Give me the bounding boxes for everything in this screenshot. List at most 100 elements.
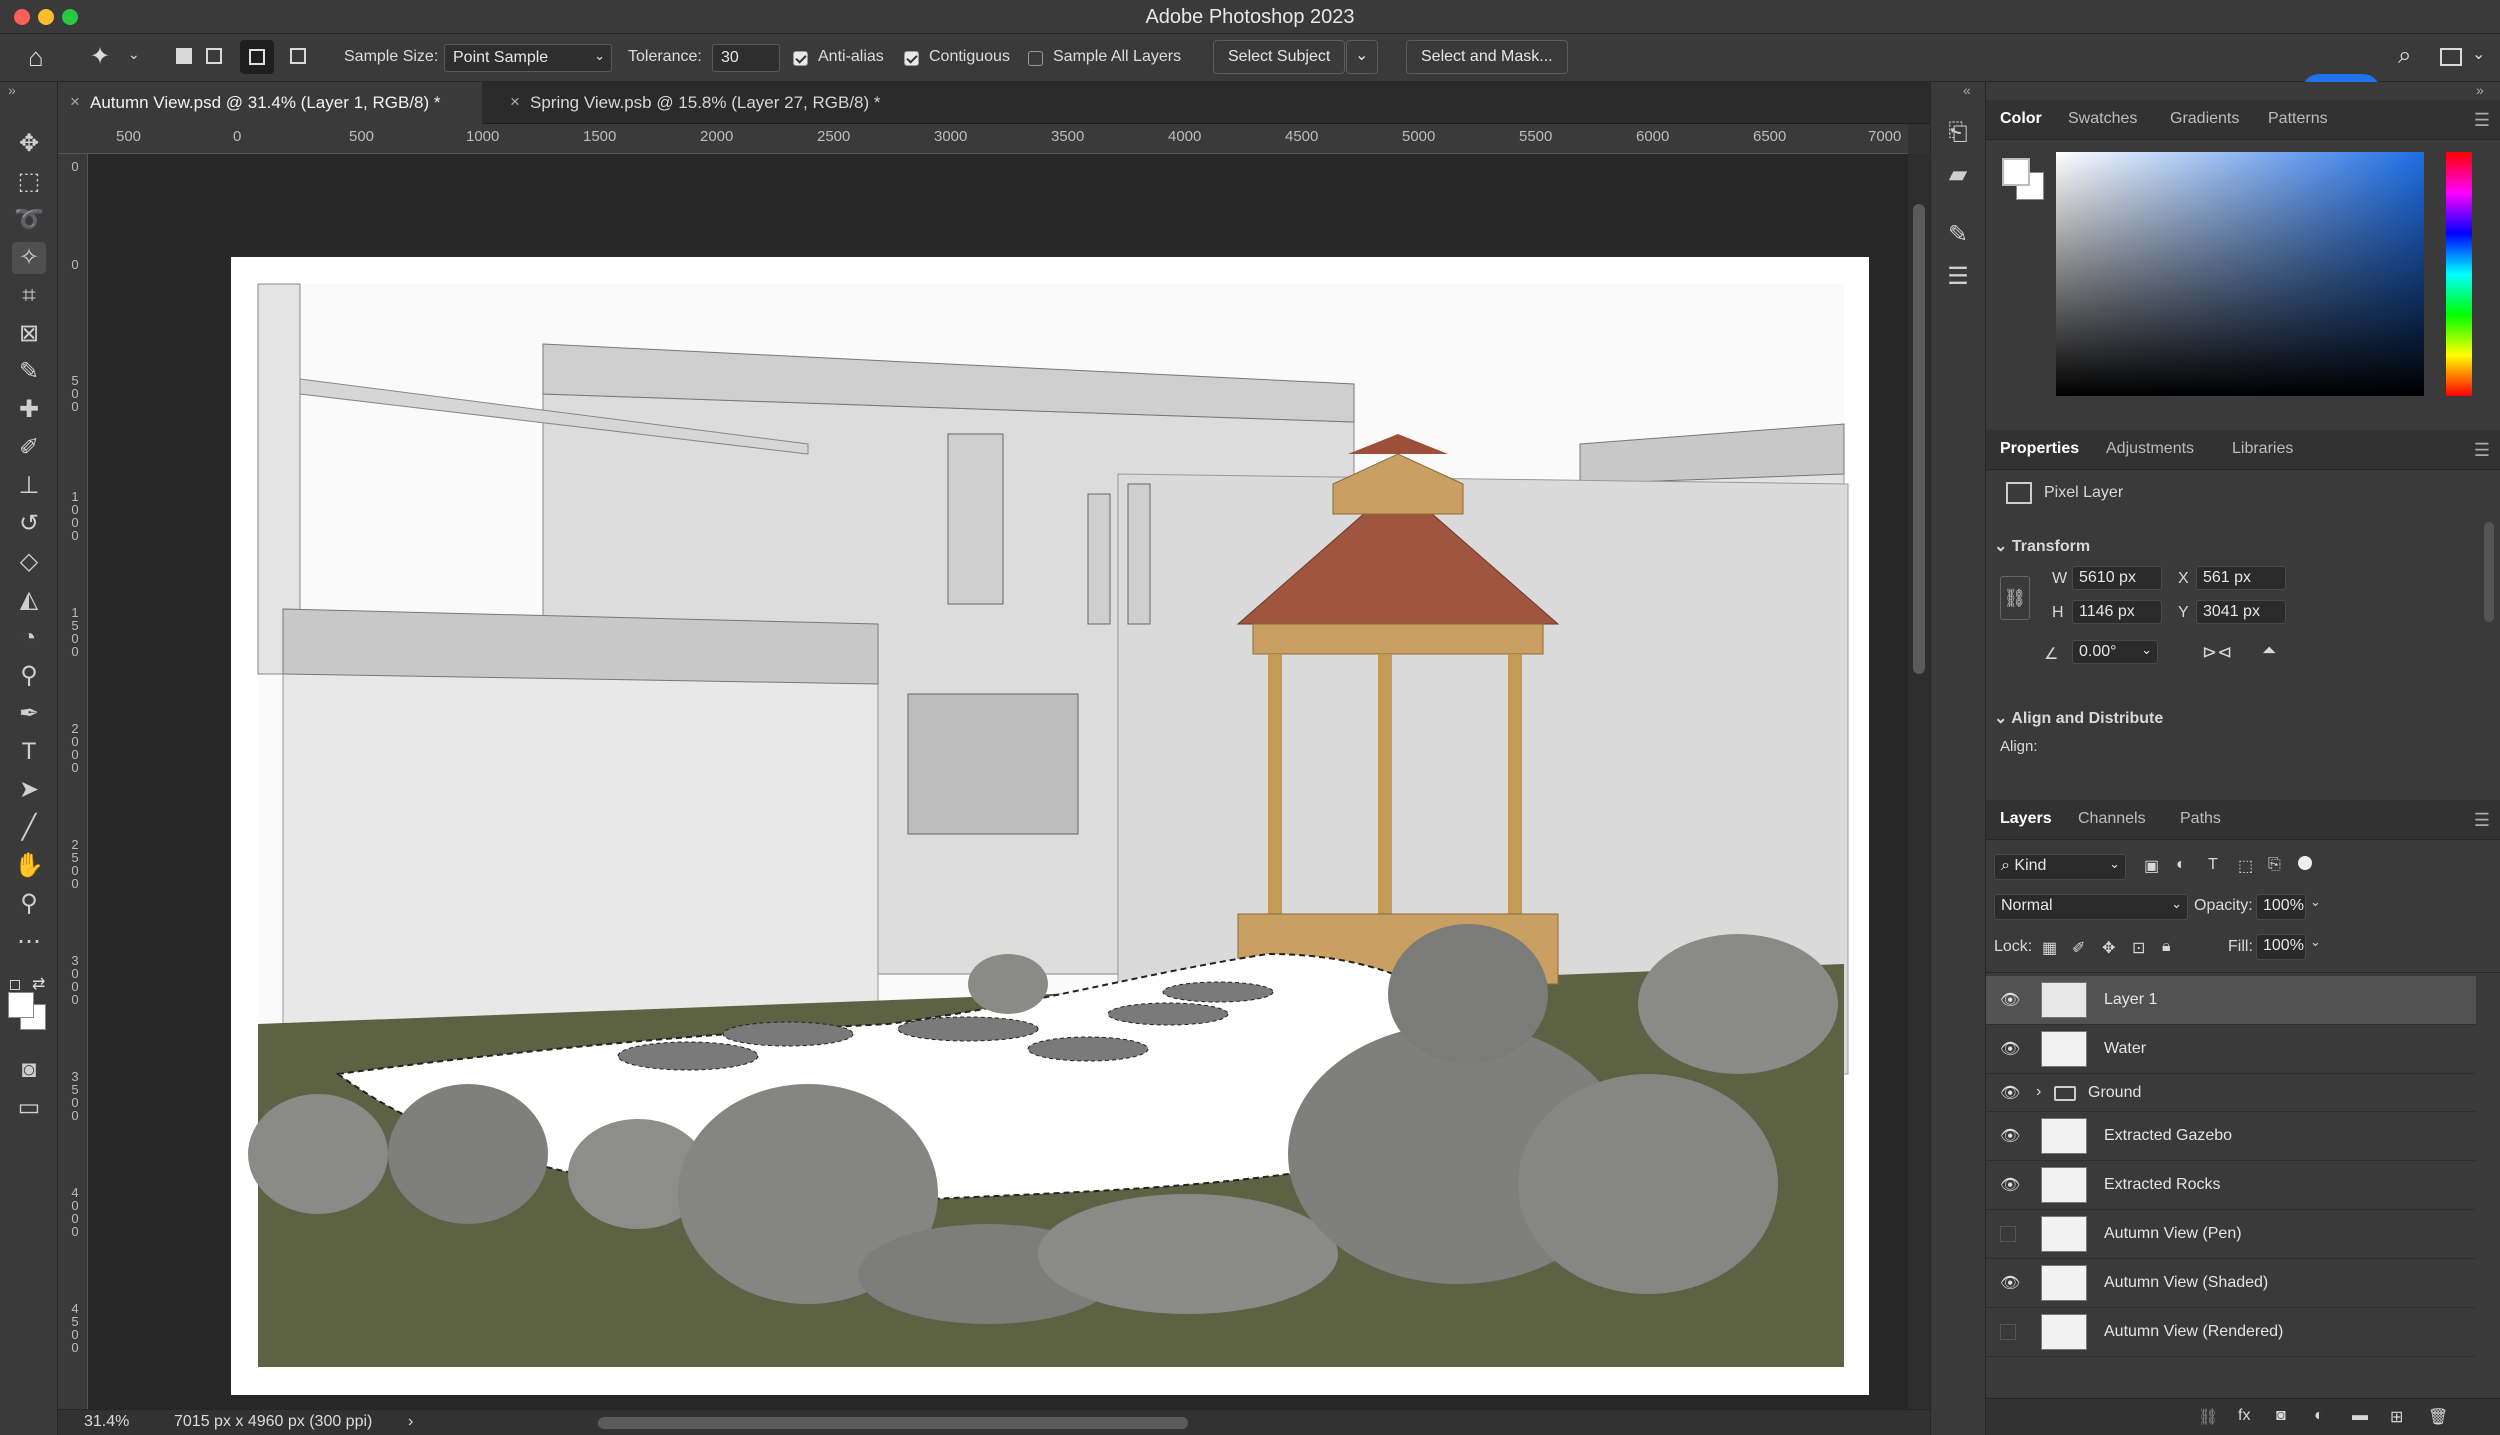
history-brush-tool-icon[interactable]: ↺ [12, 508, 46, 540]
chevron-right-icon[interactable]: › [408, 1413, 413, 1431]
brush-tool-icon[interactable]: ✐ [12, 432, 46, 464]
collapse-icon[interactable]: « [1963, 82, 1971, 98]
layer-row[interactable]: 👁︎ Autumn View (Shaded) [1986, 1259, 2476, 1308]
adjustment-layer-icon[interactable]: ◐ [2314, 1407, 2324, 1425]
eye-icon[interactable]: 👁︎ [2000, 1126, 2020, 1146]
height-field[interactable]: 1146 px [2072, 600, 2162, 624]
close-tab-icon[interactable]: × [510, 92, 520, 112]
fx-icon[interactable]: fx [2238, 1407, 2250, 1425]
dodge-tool-icon[interactable]: ⚲ [12, 660, 46, 692]
align-section-title[interactable]: ⌄ Align and Distribute [1994, 708, 2163, 728]
path-selection-tool-icon[interactable]: ➤ [12, 774, 46, 806]
chevron-down-icon[interactable]: ⌄ [2310, 894, 2321, 910]
layer-row[interactable]: 👁︎ Extracted Gazebo [1986, 1112, 2476, 1161]
tab-properties[interactable]: Properties [2000, 440, 2079, 458]
expand-toolbar-icon[interactable]: » [8, 82, 16, 98]
marquee-tool-icon[interactable]: ⬚ [12, 166, 46, 198]
screen-mode-icon[interactable]: ▭ [12, 1092, 46, 1124]
foreground-color-swatch[interactable] [8, 992, 34, 1018]
new-group-icon[interactable]: ▬ [2352, 1407, 2368, 1425]
select-subject-options-button[interactable]: ⌄ [1346, 40, 1378, 74]
layer-row[interactable]: 👁︎ Extracted Rocks [1986, 1161, 2476, 1210]
lock-transparent-icon[interactable]: ▦ [2042, 938, 2057, 958]
sample-all-layers-checkbox[interactable] [1028, 51, 1043, 66]
tab-color[interactable]: Color [2000, 110, 2042, 128]
blend-mode-dropdown[interactable]: Normal ⌄ [1994, 894, 2188, 920]
horizontal-scrollbar[interactable] [598, 1417, 1188, 1429]
layer-row[interactable]: Autumn View (Pen) [1986, 1210, 2476, 1259]
eye-icon[interactable]: 👁︎ [2000, 990, 2020, 1010]
crop-tool-icon[interactable]: ⌗ [12, 280, 46, 312]
chevron-down-icon[interactable]: ⌄ [128, 46, 140, 63]
horizontal-ruler[interactable]: 500 0 500 1000 1500 2000 2500 3000 3500 … [58, 124, 1908, 154]
lock-all-icon[interactable]: 🔒︎ [2162, 938, 2171, 956]
frame-tool-icon[interactable]: ⊠ [12, 318, 46, 350]
paint-bucket-tool-icon[interactable]: ◭ [12, 584, 46, 616]
healing-brush-tool-icon[interactable]: ✚ [12, 394, 46, 426]
layer-filter-kind[interactable]: ⌕ Kind ⌄ [1994, 854, 2126, 880]
panel-foreground-swatch[interactable] [2002, 158, 2030, 186]
workspace-icon[interactable] [2440, 48, 2462, 66]
delete-layer-icon[interactable]: 🗑︎ [2428, 1407, 2448, 1427]
default-colors-icon[interactable] [10, 980, 20, 990]
filter-toggle-icon[interactable] [2298, 856, 2312, 870]
sample-size-dropdown[interactable]: Point Sample ⌄ [444, 44, 612, 72]
angle-field[interactable]: 0.00° ⌄ [2072, 640, 2158, 664]
hidden-visibility-box[interactable] [2000, 1324, 2016, 1340]
type-tool-icon[interactable]: T [12, 736, 46, 768]
brush-settings-icon[interactable]: ✎ [1941, 218, 1975, 252]
width-field[interactable]: 5610 px [2072, 566, 2162, 590]
select-and-mask-button[interactable]: Select and Mask... [1406, 40, 1568, 74]
tab-spring-view[interactable]: × Spring View.psb @ 15.8% (Layer 27, RGB/… [498, 82, 968, 124]
y-field[interactable]: 3041 px [2196, 600, 2286, 624]
panel-menu-icon[interactable]: ☰ [2474, 110, 2490, 131]
color-field[interactable] [2056, 152, 2424, 396]
fill-field[interactable]: 100% [2256, 934, 2306, 960]
tab-swatches[interactable]: Swatches [2068, 110, 2137, 128]
vertical-scrollbar[interactable] [1908, 154, 1930, 1409]
magic-wand-tool-preset-icon[interactable]: ✦ [90, 42, 110, 71]
chevron-right-icon[interactable]: › [2036, 1083, 2041, 1101]
hand-tool-icon[interactable]: ✋ [12, 850, 46, 882]
layer-row[interactable]: 👁︎ Layer 1 [1986, 976, 2476, 1025]
comments-icon[interactable]: ▰ [1941, 158, 1975, 192]
adjustments-icon[interactable]: ☰ [1941, 260, 1975, 294]
lock-artboard-icon[interactable]: ⊡ [2132, 938, 2145, 958]
subtract-from-selection-icon[interactable] [240, 40, 274, 74]
hue-slider[interactable] [2446, 152, 2472, 396]
add-to-selection-icon[interactable] [206, 48, 222, 64]
tab-channels[interactable]: Channels [2078, 810, 2146, 828]
tab-autumn-view[interactable]: × Autumn View.psd @ 31.4% (Layer 1, RGB/8… [58, 82, 482, 124]
tab-layers[interactable]: Layers [2000, 810, 2052, 828]
link-icon[interactable]: ⛓ [2000, 576, 2030, 620]
collapse-panels-icon[interactable]: » [2476, 82, 2484, 98]
eye-icon[interactable]: 👁︎ [2000, 1175, 2020, 1195]
canvas-area[interactable] [88, 154, 1908, 1409]
vertical-ruler[interactable]: 0 0 500 1000 1500 2000 2500 3000 3500 40… [58, 154, 88, 1409]
tab-gradients[interactable]: Gradients [2170, 110, 2239, 128]
opacity-field[interactable]: 100% [2256, 894, 2306, 920]
eraser-tool-icon[interactable]: ◇ [12, 546, 46, 578]
panel-menu-icon[interactable]: ☰ [2474, 810, 2490, 831]
blur-tool-icon[interactable]: ◔ [12, 622, 46, 654]
filter-smart-object-icon[interactable]: ⎘ [2268, 856, 2281, 874]
home-icon[interactable]: ⌂ [28, 42, 44, 73]
filter-type-icon[interactable]: T [2208, 856, 2218, 874]
flip-vertical-icon[interactable]: ⏶ [2262, 640, 2276, 661]
move-tool-icon[interactable]: ✥ [12, 128, 46, 160]
flip-horizontal-icon[interactable]: ⊳⊲ [2202, 642, 2232, 663]
line-tool-icon[interactable]: ╱ [12, 812, 46, 844]
x-field[interactable]: 561 px [2196, 566, 2286, 590]
eye-icon[interactable]: 👁︎ [2000, 1273, 2020, 1293]
layer-group-row[interactable]: 👁︎ › Ground [1986, 1074, 2476, 1112]
quick-mask-icon[interactable]: ◙ [12, 1054, 46, 1086]
filter-adjustment-icon[interactable]: ◐ [2176, 856, 2186, 874]
search-icon[interactable]: ⌕ [2398, 42, 2411, 70]
tab-paths[interactable]: Paths [2180, 810, 2221, 828]
zoom-tool-icon[interactable]: ⚲ [12, 888, 46, 920]
chevron-down-icon[interactable]: ⌄ [2310, 934, 2321, 950]
tab-adjustments[interactable]: Adjustments [2106, 440, 2194, 458]
layer-row[interactable]: Autumn View (Rendered) [1986, 1308, 2476, 1357]
scrollbar-thumb[interactable] [1913, 204, 1925, 674]
eyedropper-tool-icon[interactable]: ✎ [12, 356, 46, 388]
